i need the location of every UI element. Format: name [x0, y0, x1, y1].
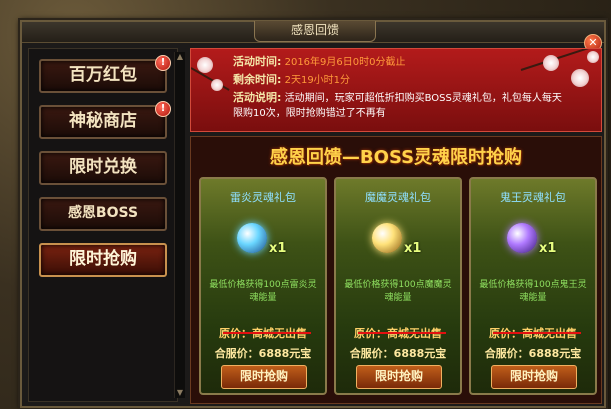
blossom-decoration: [197, 57, 213, 73]
sidebar-item-mystery-shop[interactable]: 神秘商店 !: [39, 101, 171, 139]
merged-server-price: 合服价：6888元宝: [214, 347, 312, 360]
event-desc-line2: 限购10次，限时抢购错过了不再有: [233, 108, 386, 119]
gift-pack-description: 最低价格获得100点鬼王灵魂能量: [479, 280, 587, 303]
main-content: 活动时间: 2016年9月6日0时0分截止 剩余时间: 2天19小时1分 活动说…: [190, 48, 602, 404]
blossom-branch-decoration: [520, 49, 598, 71]
soul-orb-icon: [237, 223, 267, 253]
event-desc-label: 活动说明:: [233, 91, 282, 104]
gift-pack-card: 雷炎灵魂礼包 x1 最低价格获得100点雷炎灵魂能量 原价：商城无出售 合服价：…: [199, 177, 327, 395]
original-price: 原价：商城无出售: [471, 325, 595, 341]
flash-sale-panel: 感恩回馈—BOSS灵魂限时抢购 雷炎灵魂礼包 x1 最低价格获得100点雷炎灵魂…: [190, 136, 602, 404]
event-desc-line1: 活动期间，玩家可超低折扣购买BOSS灵魂礼包，礼包每人每天: [284, 93, 562, 104]
flash-buy-button[interactable]: 限时抢购: [221, 365, 307, 389]
strikethrough-line: [358, 332, 446, 334]
gift-pack-quantity: x1: [539, 241, 557, 256]
remaining-time-label: 剩余时间:: [233, 73, 282, 86]
merged-server-price: 合服价：6888元宝: [484, 347, 582, 360]
scroll-down-icon[interactable]: ▼: [175, 388, 185, 398]
original-price: 原价：商城无出售: [336, 325, 460, 341]
blossom-decoration: [587, 51, 599, 63]
sidebar-item-limited-exchange[interactable]: 限时兑换: [39, 151, 167, 185]
remaining-time-value: 2天19小时1分: [284, 75, 351, 86]
sidebar: 百万红包 ! 神秘商店 ! 限时兑换 感恩BOSS 限时抢购: [28, 48, 178, 402]
sidebar-item-label: 限时兑换: [69, 157, 137, 177]
event-time-label: 活动时间:: [233, 55, 282, 68]
event-window: 感恩回馈 ✕ 百万红包 ! 神秘商店 ! 限时兑换 感恩BOSS 限时抢购 ▲ …: [20, 20, 606, 408]
sidebar-item-label: 限时抢购: [69, 249, 137, 269]
sidebar-item-flash-sale[interactable]: 限时抢购: [39, 243, 167, 277]
sidebar-item-label: 神秘商店: [69, 111, 137, 131]
event-desc-row-2: 限购10次，限时抢购错过了不再有: [233, 107, 386, 121]
sidebar-item-red-envelope[interactable]: 百万红包 !: [39, 55, 171, 93]
window-title: 感恩回馈: [254, 21, 376, 42]
gift-pack-card: 鬼王灵魂礼包 x1 最低价格获得100点鬼王灵魂能量 原价：商城无出售 合服价：…: [469, 177, 597, 395]
soul-orb-icon: [507, 223, 537, 253]
flash-sale-title: 感恩回馈—BOSS灵魂限时抢购: [269, 147, 523, 168]
strikethrough-line: [223, 332, 311, 334]
gift-pack-name: 鬼王灵魂礼包: [500, 191, 566, 204]
blossom-decoration: [211, 79, 223, 91]
flash-buy-button[interactable]: 限时抢购: [356, 365, 442, 389]
gift-pack-name: 魔魔灵魂礼包: [365, 191, 431, 204]
gift-pack-card: 魔魔灵魂礼包 x1 最低价格获得100点魔魔灵魂能量 原价：商城无出售 合服价：…: [334, 177, 462, 395]
original-price: 原价：商城无出售: [201, 325, 325, 341]
alert-badge-icon: !: [155, 101, 171, 117]
window-titlebar: 感恩回馈: [22, 21, 604, 43]
remaining-time-row: 剩余时间: 2天19小时1分: [233, 73, 350, 88]
gift-pack-quantity: x1: [269, 241, 287, 256]
blossom-decoration: [543, 55, 559, 71]
blossom-decoration: [571, 69, 589, 87]
event-info-panel: 活动时间: 2016年9月6日0时0分截止 剩余时间: 2天19小时1分 活动说…: [190, 48, 602, 132]
gift-pack-description: 最低价格获得100点雷炎灵魂能量: [209, 280, 317, 303]
strikethrough-line: [493, 332, 581, 334]
event-time-value: 2016年9月6日0时0分截止: [284, 57, 406, 68]
gift-pack-description: 最低价格获得100点魔魔灵魂能量: [344, 280, 452, 303]
sidebar-scrollbar[interactable]: ▲ ▼: [174, 52, 185, 398]
merged-server-price: 合服价：6888元宝: [349, 347, 447, 360]
alert-badge-icon: !: [155, 55, 171, 71]
sidebar-item-thanks-boss[interactable]: 感恩BOSS: [39, 197, 167, 231]
soul-orb-icon: [372, 223, 402, 253]
event-desc-row: 活动说明: 活动期间，玩家可超低折扣购买BOSS灵魂礼包，礼包每人每天: [233, 91, 562, 106]
flash-buy-button[interactable]: 限时抢购: [491, 365, 577, 389]
gift-pack-quantity: x1: [404, 241, 422, 256]
event-time-row: 活动时间: 2016年9月6日0时0分截止: [233, 55, 406, 70]
scroll-up-icon[interactable]: ▲: [175, 52, 185, 62]
sidebar-item-label: 百万红包: [69, 65, 137, 85]
gift-pack-name: 雷炎灵魂礼包: [230, 191, 296, 204]
sidebar-item-label: 感恩BOSS: [67, 205, 139, 221]
